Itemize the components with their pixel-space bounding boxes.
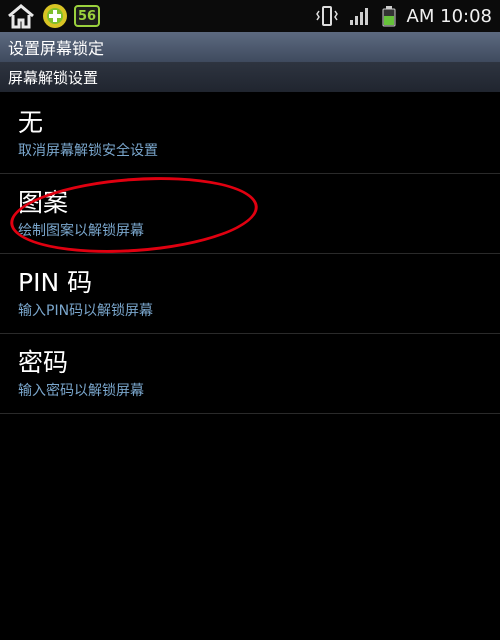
section-header: 屏幕解锁设置 — [0, 62, 500, 92]
lock-option-none[interactable]: 无 取消屏幕解锁安全设置 — [0, 94, 500, 174]
lock-option-password[interactable]: 密码 输入密码以解锁屏幕 — [0, 334, 500, 414]
option-subtitle: 绘制图案以解锁屏幕 — [18, 222, 144, 239]
option-subtitle: 输入PIN码以解锁屏幕 — [18, 302, 154, 319]
status-bar: 56 AM 10:08 — [0, 0, 500, 32]
option-subtitle: 输入密码以解锁屏幕 — [18, 382, 144, 399]
option-title: PIN 码 — [18, 267, 93, 297]
lock-option-pin[interactable]: PIN 码 输入PIN码以解锁屏幕 — [0, 254, 500, 334]
page-title: 设置屏幕锁定 — [8, 39, 105, 58]
battery-icon — [381, 5, 397, 27]
notification-badge-icon[interactable]: 56 — [74, 5, 100, 27]
option-title: 图案 — [18, 187, 69, 217]
plus-circle-icon[interactable] — [42, 3, 68, 29]
option-subtitle: 取消屏幕解锁安全设置 — [18, 142, 158, 159]
section-title: 屏幕解锁设置 — [8, 68, 99, 87]
vibrate-icon — [315, 5, 339, 27]
option-title: 密码 — [18, 347, 69, 377]
signal-icon — [349, 6, 371, 26]
lock-option-pattern[interactable]: 图案 绘制图案以解锁屏幕 — [0, 174, 500, 254]
title-bar: 设置屏幕锁定 — [0, 32, 500, 63]
clock: AM 10:08 — [406, 5, 492, 27]
home-icon[interactable] — [6, 3, 36, 29]
lock-option-list: 无 取消屏幕解锁安全设置 图案 绘制图案以解锁屏幕 PIN 码 输入PIN码以解… — [0, 94, 500, 414]
option-title: 无 — [18, 107, 44, 137]
